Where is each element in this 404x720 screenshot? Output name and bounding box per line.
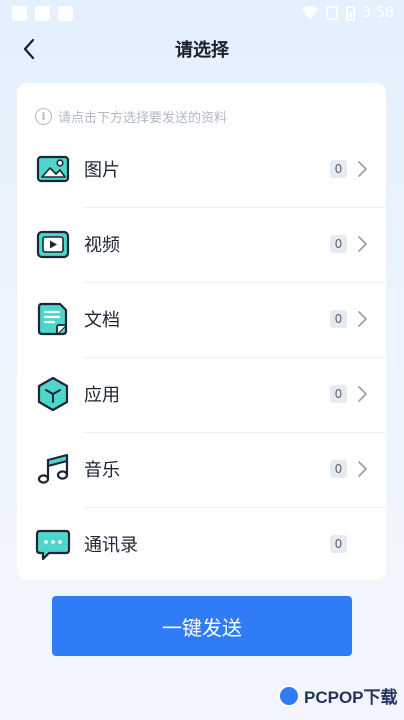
watermark: PCPOP下载 [278, 683, 398, 708]
status-left-icons [12, 6, 73, 21]
list-item-contacts[interactable]: 通讯录 0 [17, 508, 386, 580]
one-click-send-button[interactable]: 一键发送 [52, 596, 352, 656]
list-item-documents[interactable]: 文档 0 [17, 283, 386, 358]
list-item-video[interactable]: 视频 0 [17, 208, 386, 283]
video-icon [36, 230, 70, 259]
contacts-icon [35, 529, 71, 561]
wifi-icon [301, 6, 318, 20]
no-sim-icon [325, 6, 338, 20]
list-item-label: 文档 [84, 310, 120, 331]
image-notification-icon [12, 6, 27, 21]
list-item-images[interactable]: 图片 0 [17, 133, 386, 208]
watermark-text: PCPOP下载 [304, 688, 398, 707]
chevron-right-icon [358, 161, 367, 177]
text-notification-icon [58, 6, 73, 21]
count-badge: 0 [330, 535, 347, 553]
count-badge: 0 [330, 310, 347, 328]
list-item-music[interactable]: 音乐 0 [17, 433, 386, 508]
list-item-label: 图片 [84, 160, 120, 181]
chevron-right-icon [358, 461, 367, 477]
battery-icon [345, 5, 355, 21]
count-badge: 0 [330, 160, 347, 178]
chevron-right-icon [358, 236, 367, 252]
list-item-label: 音乐 [84, 460, 120, 481]
status-right-icons: 3:58 [301, 5, 394, 21]
list-item-label: 应用 [84, 385, 120, 406]
document-icon [37, 302, 68, 336]
gallery-notification-icon [35, 6, 50, 21]
app-icon [37, 376, 69, 412]
count-badge: 0 [330, 460, 347, 478]
chevron-right-icon [358, 311, 367, 327]
hint: i 请点击下方选择要发送的资料 [35, 107, 227, 126]
selection-card: i 请点击下方选择要发送的资料 图片 0 视频 0 文档 0 应用 0 音乐 0… [17, 83, 386, 580]
status-bar: 3:58 [0, 0, 404, 30]
image-icon [36, 155, 70, 183]
status-time: 3:58 [362, 5, 394, 21]
header: 请选择 [0, 28, 404, 68]
chevron-right-icon [358, 386, 367, 402]
list-item-apps[interactable]: 应用 0 [17, 358, 386, 433]
list-item-label: 通讯录 [84, 535, 138, 556]
music-icon [37, 454, 69, 484]
hint-text: 请点击下方选择要发送的资料 [58, 111, 228, 126]
count-badge: 0 [330, 235, 347, 253]
info-icon: i [35, 108, 52, 125]
list-item-label: 视频 [84, 235, 120, 256]
page-title: 请选择 [175, 40, 229, 61]
count-badge: 0 [330, 385, 347, 403]
pcpop-logo-icon [278, 684, 300, 707]
